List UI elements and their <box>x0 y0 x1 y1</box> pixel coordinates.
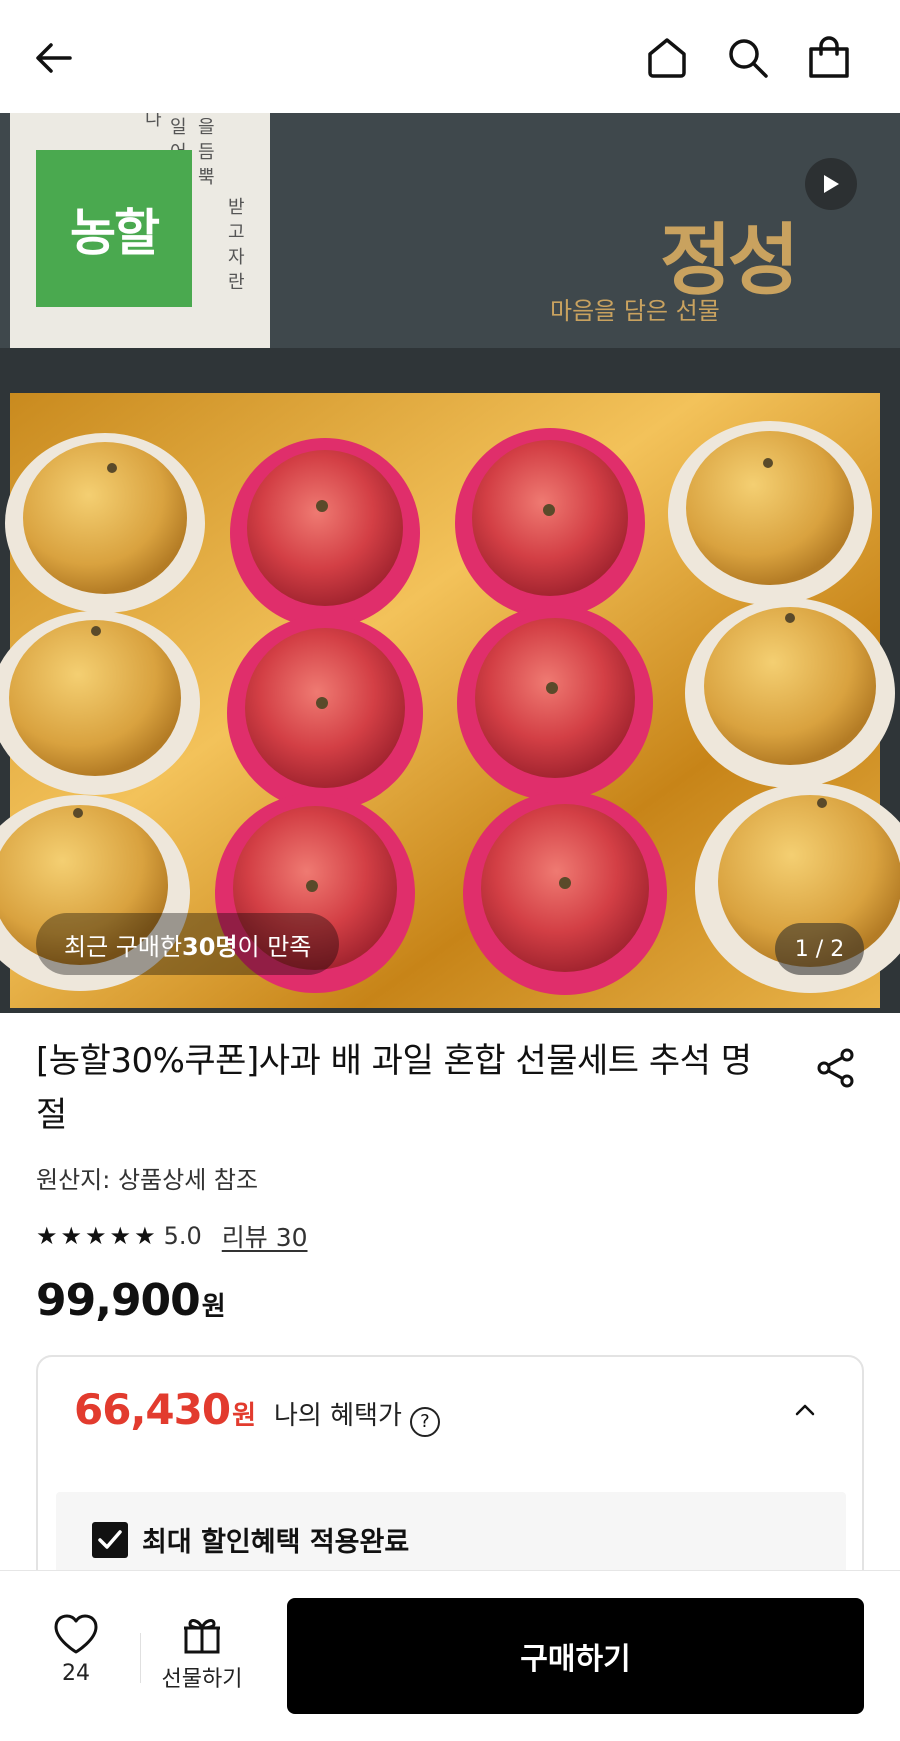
rating-value: 5.0 <box>163 1222 202 1250</box>
review-count-link[interactable]: 리뷰 30 <box>222 1218 308 1254</box>
benefit-price-amount: 66,430 <box>74 1385 231 1434</box>
divider <box>140 1633 141 1683</box>
svg-text:다: 다 <box>145 113 162 130</box>
star-icon: ★ <box>109 1222 132 1250</box>
package-subtitle: 마음을 담은 선물 <box>550 297 720 325</box>
play-icon <box>824 175 839 193</box>
price-amount: 99,900 <box>36 1275 201 1326</box>
checkmark-icon <box>98 1529 122 1549</box>
svg-text:뿍: 뿍 <box>198 167 215 188</box>
star-icon: ★ <box>36 1222 58 1250</box>
svg-text:란: 란 <box>228 272 245 293</box>
home-icon[interactable] <box>637 28 697 88</box>
svg-text:을: 을 <box>198 117 215 138</box>
gift-button[interactable]: 선물하기 <box>150 1613 254 1713</box>
star-icon: ★ <box>60 1222 83 1250</box>
product-origin: 원산지: 상품상세 참조 <box>36 1166 259 1194</box>
search-icon[interactable] <box>718 28 778 88</box>
benefit-price-label: 나의 혜택가 <box>274 1401 402 1431</box>
original-price: 99,900 원 <box>36 1275 226 1326</box>
bottom-action-bar: 24 선물하기 구매하기 <box>0 1570 900 1741</box>
svg-text:듬: 듬 <box>198 142 215 163</box>
recent-purchase-satisfaction-badge: 최근 구매한 30명 이 만족 <box>36 913 340 975</box>
back-arrow-icon[interactable] <box>24 28 84 88</box>
recent-count: 30명 <box>182 932 238 961</box>
product-title: [농할30%쿠폰]사과 배 과일 혼합 선물세트 추석 명절 <box>36 1041 752 1135</box>
max-discount-check-row[interactable]: 최대 할인혜택 적용완료 <box>92 1520 409 1559</box>
checkbox-checked[interactable] <box>92 1521 128 1558</box>
buy-button[interactable]: 구매하기 <box>287 1598 864 1714</box>
star-rating: ★ ★ ★ ★ ★ <box>36 1224 156 1248</box>
rating-row: ★ ★ ★ ★ ★ 5.0 리뷰 30 <box>36 1218 308 1254</box>
svg-text:받: 받 <box>228 197 245 218</box>
play-video-button[interactable] <box>805 158 857 210</box>
benefit-price-unit: 원 <box>232 1401 256 1431</box>
shopping-bag-icon[interactable] <box>799 28 859 88</box>
recent-suffix: 이 만족 <box>237 932 312 961</box>
like-count: 24 <box>62 1661 90 1686</box>
price-unit: 원 <box>201 1292 226 1322</box>
star-icon: ★ <box>134 1222 156 1250</box>
svg-text:고: 고 <box>228 222 245 243</box>
svg-text:일: 일 <box>170 117 187 138</box>
heart-icon <box>54 1614 98 1654</box>
chevron-up-icon[interactable] <box>790 1395 820 1425</box>
help-icon[interactable]: ? <box>409 1406 440 1437</box>
like-button[interactable]: 24 <box>36 1613 116 1713</box>
svg-text:자: 자 <box>228 247 245 268</box>
benefit-price-header[interactable]: 66,430 원 나의 혜택가 ? <box>74 1385 440 1437</box>
image-page-counter: 1 / 2 <box>775 923 864 975</box>
gift-icon <box>184 1619 220 1654</box>
product-image-carousel[interactable]: 다일어 을듬뿍 받고자란 <box>0 113 900 1013</box>
star-icon: ★ <box>85 1222 107 1250</box>
gift-label: 선물하기 <box>161 1667 243 1692</box>
share-icon[interactable] <box>808 1040 864 1096</box>
recent-prefix: 최근 구매한 <box>64 932 183 961</box>
max-discount-label: 최대 할인혜택 적용완료 <box>142 1527 410 1558</box>
brand-logo-badge: 농할 <box>36 150 192 307</box>
top-navigation-bar <box>0 0 900 113</box>
